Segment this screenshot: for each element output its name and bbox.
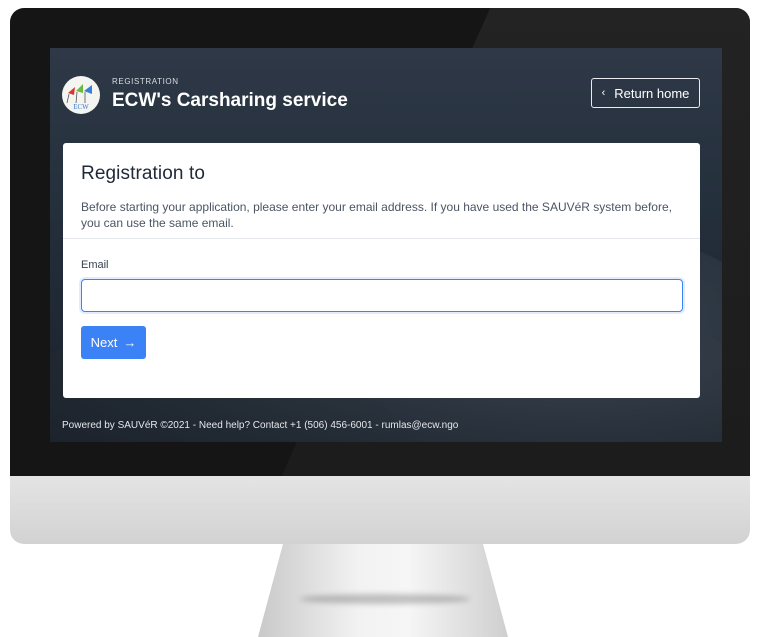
- page-header: ECW REGISTRATION ECW's Carsharing servic…: [62, 74, 700, 124]
- email-label: Email: [81, 259, 109, 271]
- email-field[interactable]: [81, 279, 683, 312]
- card-title: Registration to: [81, 163, 206, 184]
- app-title: ECW's Carsharing service: [112, 90, 348, 111]
- svg-text:ECW: ECW: [73, 103, 89, 111]
- return-home-label: Return home: [614, 85, 690, 101]
- flags-logo-icon: ECW: [66, 84, 92, 111]
- card-header: Registration to Before starting your app…: [63, 143, 700, 239]
- monitor-chin: [10, 476, 750, 544]
- page-eyebrow: REGISTRATION: [112, 77, 179, 86]
- arrow-right-icon: →: [123, 335, 137, 350]
- return-home-button[interactable]: ‹ Return home: [591, 78, 700, 108]
- monitor-frame: ECW REGISTRATION ECW's Carsharing servic…: [10, 8, 750, 476]
- next-button[interactable]: Next →: [81, 326, 146, 359]
- app-screen: ECW REGISTRATION ECW's Carsharing servic…: [50, 48, 722, 442]
- chevron-left-icon: ‹: [601, 87, 606, 99]
- stand-shadow: [300, 594, 470, 604]
- ecw-logo: ECW: [62, 76, 100, 114]
- registration-card: Registration to Before starting your app…: [63, 143, 700, 398]
- monitor-stand: [258, 544, 508, 637]
- next-label: Next: [90, 335, 118, 350]
- page-footer: Powered by SAUVéR ©2021 - Need help? Con…: [62, 420, 459, 431]
- card-body: Email Next →: [63, 239, 700, 359]
- card-description: Before starting your application, please…: [81, 200, 672, 230]
